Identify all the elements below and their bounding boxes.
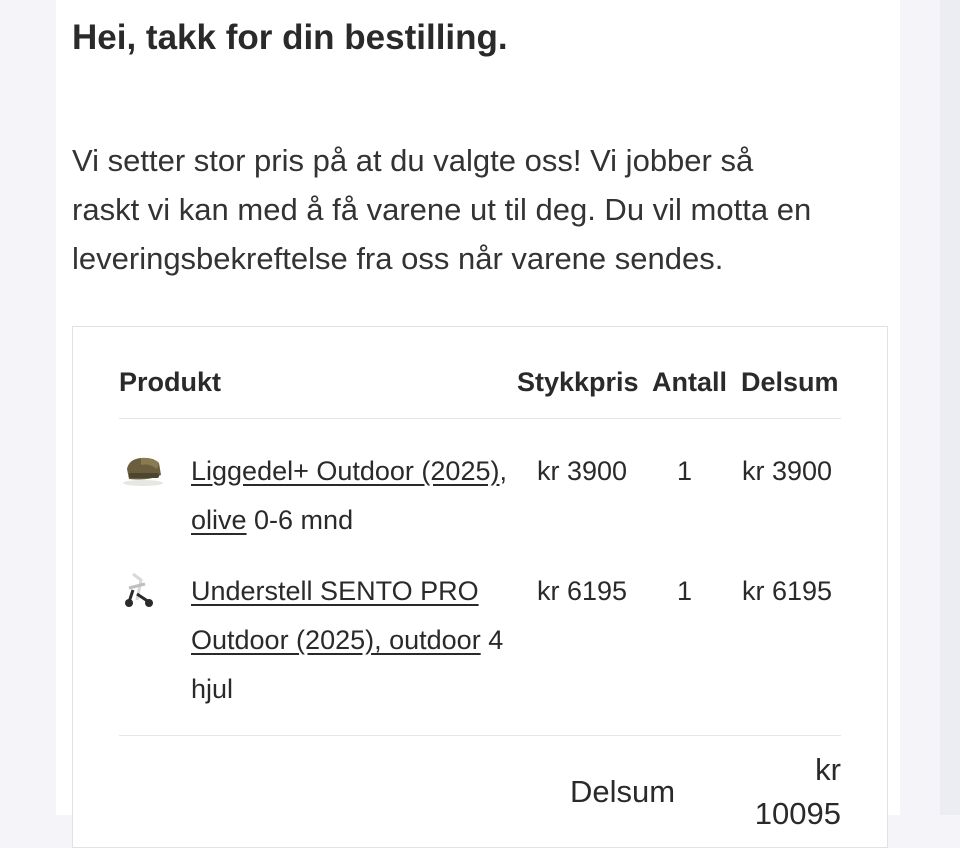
column-header-subtotal: Delsum — [741, 367, 839, 397]
scroll-gutter — [940, 0, 960, 815]
column-header-qty: Antall — [652, 367, 728, 397]
column-header-unit-price: Stykkpris — [517, 367, 639, 397]
product-variant-link[interactable]: olive — [191, 505, 247, 535]
items-divider — [119, 735, 841, 736]
unit-price: kr 6195 — [537, 576, 628, 606]
column-header-product: Produkt — [119, 367, 222, 397]
summary-value: 10095 — [754, 796, 841, 831]
quantity: 1 — [677, 456, 693, 486]
line-subtotal: kr 6195 — [742, 576, 833, 606]
bassinet-icon[interactable] — [119, 449, 167, 489]
page-title: Hei, takk for din bestilling. — [72, 18, 508, 57]
email-card: Hei, takk for din bestilling. Vi setter … — [56, 0, 900, 848]
header-divider — [119, 418, 841, 419]
product-name: Understell SENTO PRO Outdoor (2025), out… — [191, 576, 504, 704]
product-link[interactable]: Liggedel+ Outdoor (2025) — [191, 456, 499, 486]
unit-price: kr 3900 — [537, 456, 628, 486]
product-name: Liggedel+ Outdoor (2025), olive 0-6 mnd — [191, 456, 507, 535]
product-link[interactable]: Understell SENTO PRO — [191, 576, 479, 606]
summary-label: Delsum — [570, 774, 676, 809]
intro-text: Vi setter stor pris på at du valgte oss!… — [72, 136, 892, 283]
intro-line: Vi setter stor pris på at du valgte oss!… — [72, 143, 754, 178]
stroller-frame-icon[interactable] — [119, 570, 167, 610]
product-variant-link[interactable]: Outdoor (2025), outdoor — [191, 625, 481, 655]
order-summary-table: Produkt Stykkpris Antall Delsum Liggedel… — [72, 326, 888, 848]
summary-value-currency: kr — [815, 752, 841, 787]
intro-line: raskt vi kan med å få varene ut til deg.… — [72, 192, 812, 227]
line-subtotal: kr 3900 — [742, 456, 833, 486]
intro-line: leveringsbekreftelse fra oss når varene … — [72, 241, 724, 276]
quantity: 1 — [677, 576, 693, 606]
